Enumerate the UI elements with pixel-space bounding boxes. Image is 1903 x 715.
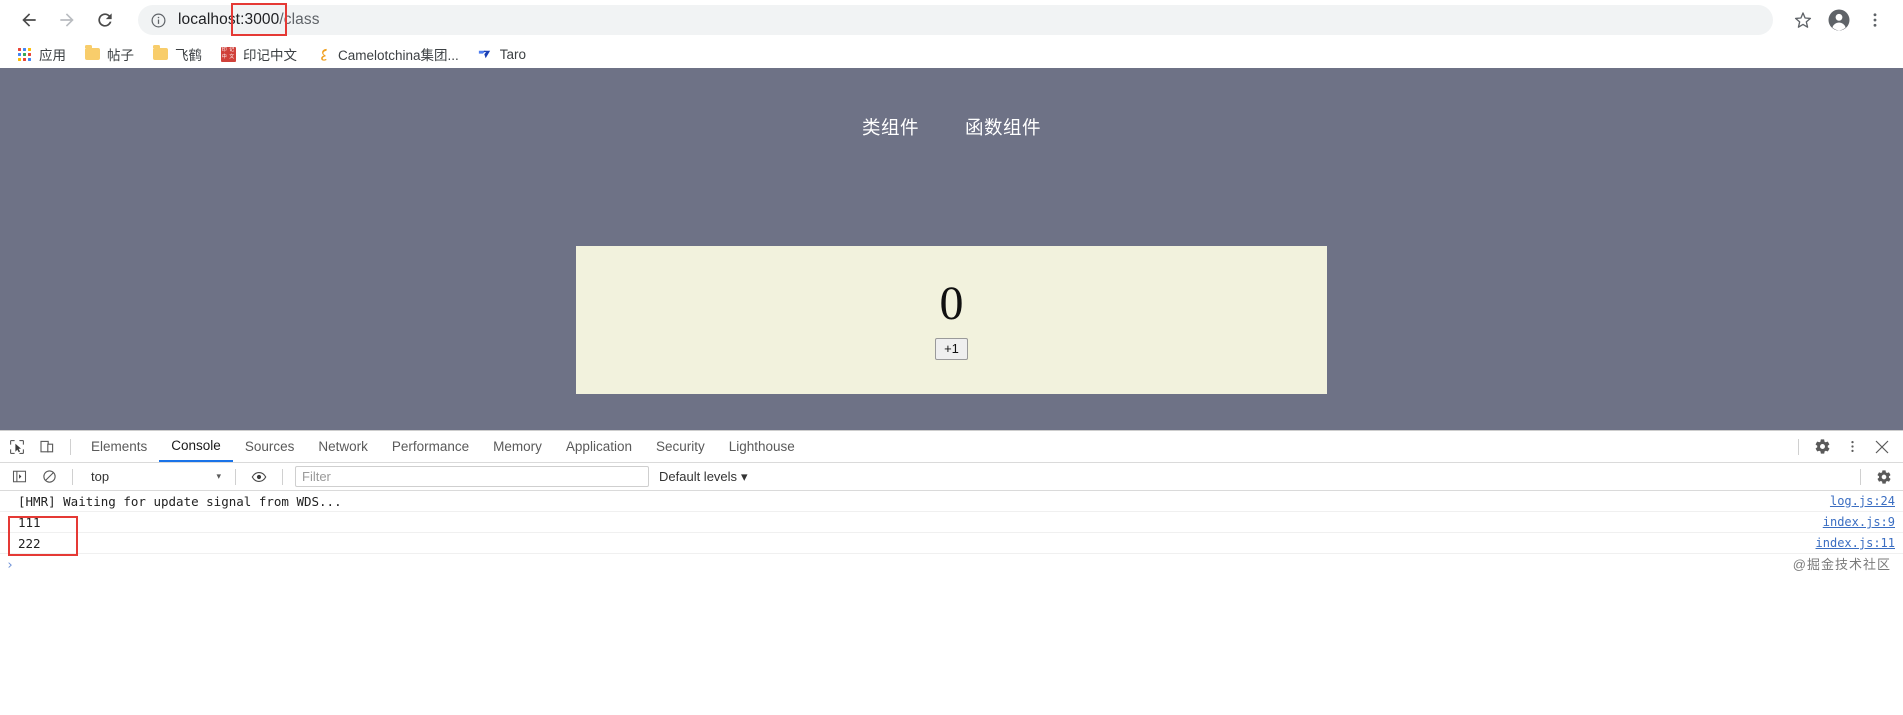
console-log-row[interactable]: [HMR] Waiting for update signal from WDS…: [0, 491, 1903, 512]
console-log-row[interactable]: 111 index.js:9: [0, 512, 1903, 533]
tab-console[interactable]: Console: [159, 431, 233, 462]
execution-context-select[interactable]: top ▾: [81, 467, 227, 487]
prompt-caret-icon: ›: [6, 557, 14, 573]
browser-menu-button[interactable]: [1859, 4, 1891, 36]
devtools-tab-list: Elements Console Sources Network Perform…: [79, 431, 807, 462]
log-levels-label: Default levels: [659, 469, 738, 484]
toolbar-right-actions: [1783, 4, 1891, 36]
tab-sources[interactable]: Sources: [233, 431, 307, 462]
tab-security[interactable]: Security: [644, 431, 717, 462]
log-levels-select[interactable]: Default levels ▾: [659, 469, 748, 485]
close-icon[interactable]: [1869, 434, 1895, 460]
bookmark-star-button[interactable]: [1787, 4, 1819, 36]
devtools-tabbar-actions: [1790, 434, 1903, 460]
console-message-list: [HMR] Waiting for update signal from WDS…: [0, 491, 1903, 576]
settings-gear-icon[interactable]: [1809, 434, 1835, 460]
execution-context-value: top: [91, 469, 110, 484]
tab-elements[interactable]: Elements: [79, 431, 159, 462]
taro-icon: [477, 46, 493, 62]
folder-icon: [84, 45, 100, 62]
folder-icon: [152, 45, 168, 62]
console-toolbar-right: [1852, 464, 1899, 490]
counter-value: 0: [939, 276, 964, 330]
tab-memory[interactable]: Memory: [481, 431, 554, 462]
forward-button[interactable]: [50, 3, 84, 37]
console-log-message: [HMR] Waiting for update signal from WDS…: [18, 493, 342, 509]
account-avatar-icon: [1828, 9, 1850, 31]
devtools-menu-icon[interactable]: [1839, 434, 1865, 460]
bookmark-label: Taro: [499, 46, 527, 62]
clear-console-icon[interactable]: [36, 464, 62, 490]
reload-button[interactable]: [88, 3, 122, 37]
console-log-source-link[interactable]: index.js:11: [1816, 536, 1895, 550]
bookmark-camelotchina[interactable]: Camelotchina集团...: [307, 41, 467, 67]
page-nav: 类组件 函数组件: [0, 68, 1903, 140]
bookmark-label: 飞鹤: [175, 48, 202, 63]
tab-lighthouse[interactable]: Lighthouse: [717, 431, 807, 462]
console-filter-input[interactable]: Filter: [295, 466, 649, 487]
bookmark-label: Camelotchina集团...: [338, 48, 459, 63]
browser-chrome: localhost:3000/class 应用 帖子 飞鹤 印 记 中 文 印记…: [0, 0, 1903, 68]
star-icon: [1794, 12, 1812, 28]
url-host: localhost:3000: [178, 11, 280, 28]
bookmarks-bar: 应用 帖子 飞鹤 印记中文 印记中文 Camelotchina集团... Tar…: [0, 40, 1903, 68]
console-log-message: 111: [18, 514, 41, 530]
nav-link-function-component[interactable]: 函数组件: [965, 114, 1041, 140]
apps-grid-icon: [16, 46, 32, 62]
chevron-down-icon: ▾: [216, 471, 221, 481]
toolbar-divider: [70, 438, 71, 455]
back-button[interactable]: [12, 3, 46, 37]
toolbar-divider: [72, 468, 73, 485]
bookmark-label: 印记中文: [243, 48, 297, 63]
devtools-panel: Elements Console Sources Network Perform…: [0, 430, 1903, 715]
bookmark-taro[interactable]: Taro: [469, 43, 534, 65]
console-log-source-link[interactable]: index.js:9: [1823, 515, 1895, 529]
watermark: @掘金技术社区: [1792, 557, 1891, 572]
counter-card: 0 +1: [576, 246, 1327, 394]
console-log-message: 222: [18, 535, 41, 551]
console-sidebar-icon[interactable]: [6, 464, 32, 490]
three-dot-menu-icon: [1873, 13, 1877, 27]
bookmark-label: 帖子: [107, 48, 134, 63]
browser-toolbar: localhost:3000/class: [0, 0, 1903, 40]
console-toolbar: top ▾ Filter Default levels ▾: [0, 463, 1903, 491]
console-prompt[interactable]: ›: [0, 554, 1903, 576]
bookmark-feihe[interactable]: 飞鹤: [144, 41, 210, 67]
yinji-chinese-icon: 印记中文: [220, 46, 236, 62]
tab-performance[interactable]: Performance: [380, 431, 481, 462]
increment-button[interactable]: +1: [935, 337, 968, 361]
url-path: /class: [279, 11, 320, 28]
tab-network[interactable]: Network: [306, 431, 380, 462]
toolbar-divider: [235, 468, 236, 485]
forward-arrow-icon: [60, 13, 74, 27]
inspect-element-icon[interactable]: [4, 434, 30, 460]
toolbar-divider: [282, 468, 283, 485]
console-log-row[interactable]: 222 index.js:11: [0, 533, 1903, 554]
nav-link-class-component[interactable]: 类组件: [862, 114, 919, 140]
bookmark-label: 应用: [39, 48, 66, 63]
camelot-icon: [315, 46, 331, 62]
devtools-tabbar: Elements Console Sources Network Perform…: [0, 431, 1903, 463]
bookmark-posts[interactable]: 帖子: [76, 41, 142, 67]
profile-button[interactable]: [1823, 4, 1855, 36]
page-viewport: 类组件 函数组件 0 +1: [0, 68, 1903, 430]
url-text: localhost:3000/class: [178, 11, 320, 29]
reload-icon: [98, 13, 112, 27]
toolbar-divider: [1798, 438, 1799, 455]
page-info-icon[interactable]: [150, 12, 167, 29]
address-bar[interactable]: localhost:3000/class: [138, 5, 1773, 35]
device-toolbar-icon[interactable]: [34, 434, 60, 460]
tab-application[interactable]: Application: [554, 431, 644, 462]
chevron-down-icon: ▾: [741, 468, 748, 484]
live-expression-eye-icon[interactable]: [246, 464, 272, 490]
bookmark-yinji-chinese[interactable]: 印记中文 印记中文: [212, 41, 305, 67]
console-log-source-link[interactable]: log.js:24: [1830, 494, 1895, 508]
bookmark-apps[interactable]: 应用: [8, 41, 74, 67]
toolbar-divider: [1860, 468, 1861, 485]
console-settings-gear-icon[interactable]: [1871, 464, 1897, 490]
back-arrow-icon: [22, 13, 36, 27]
